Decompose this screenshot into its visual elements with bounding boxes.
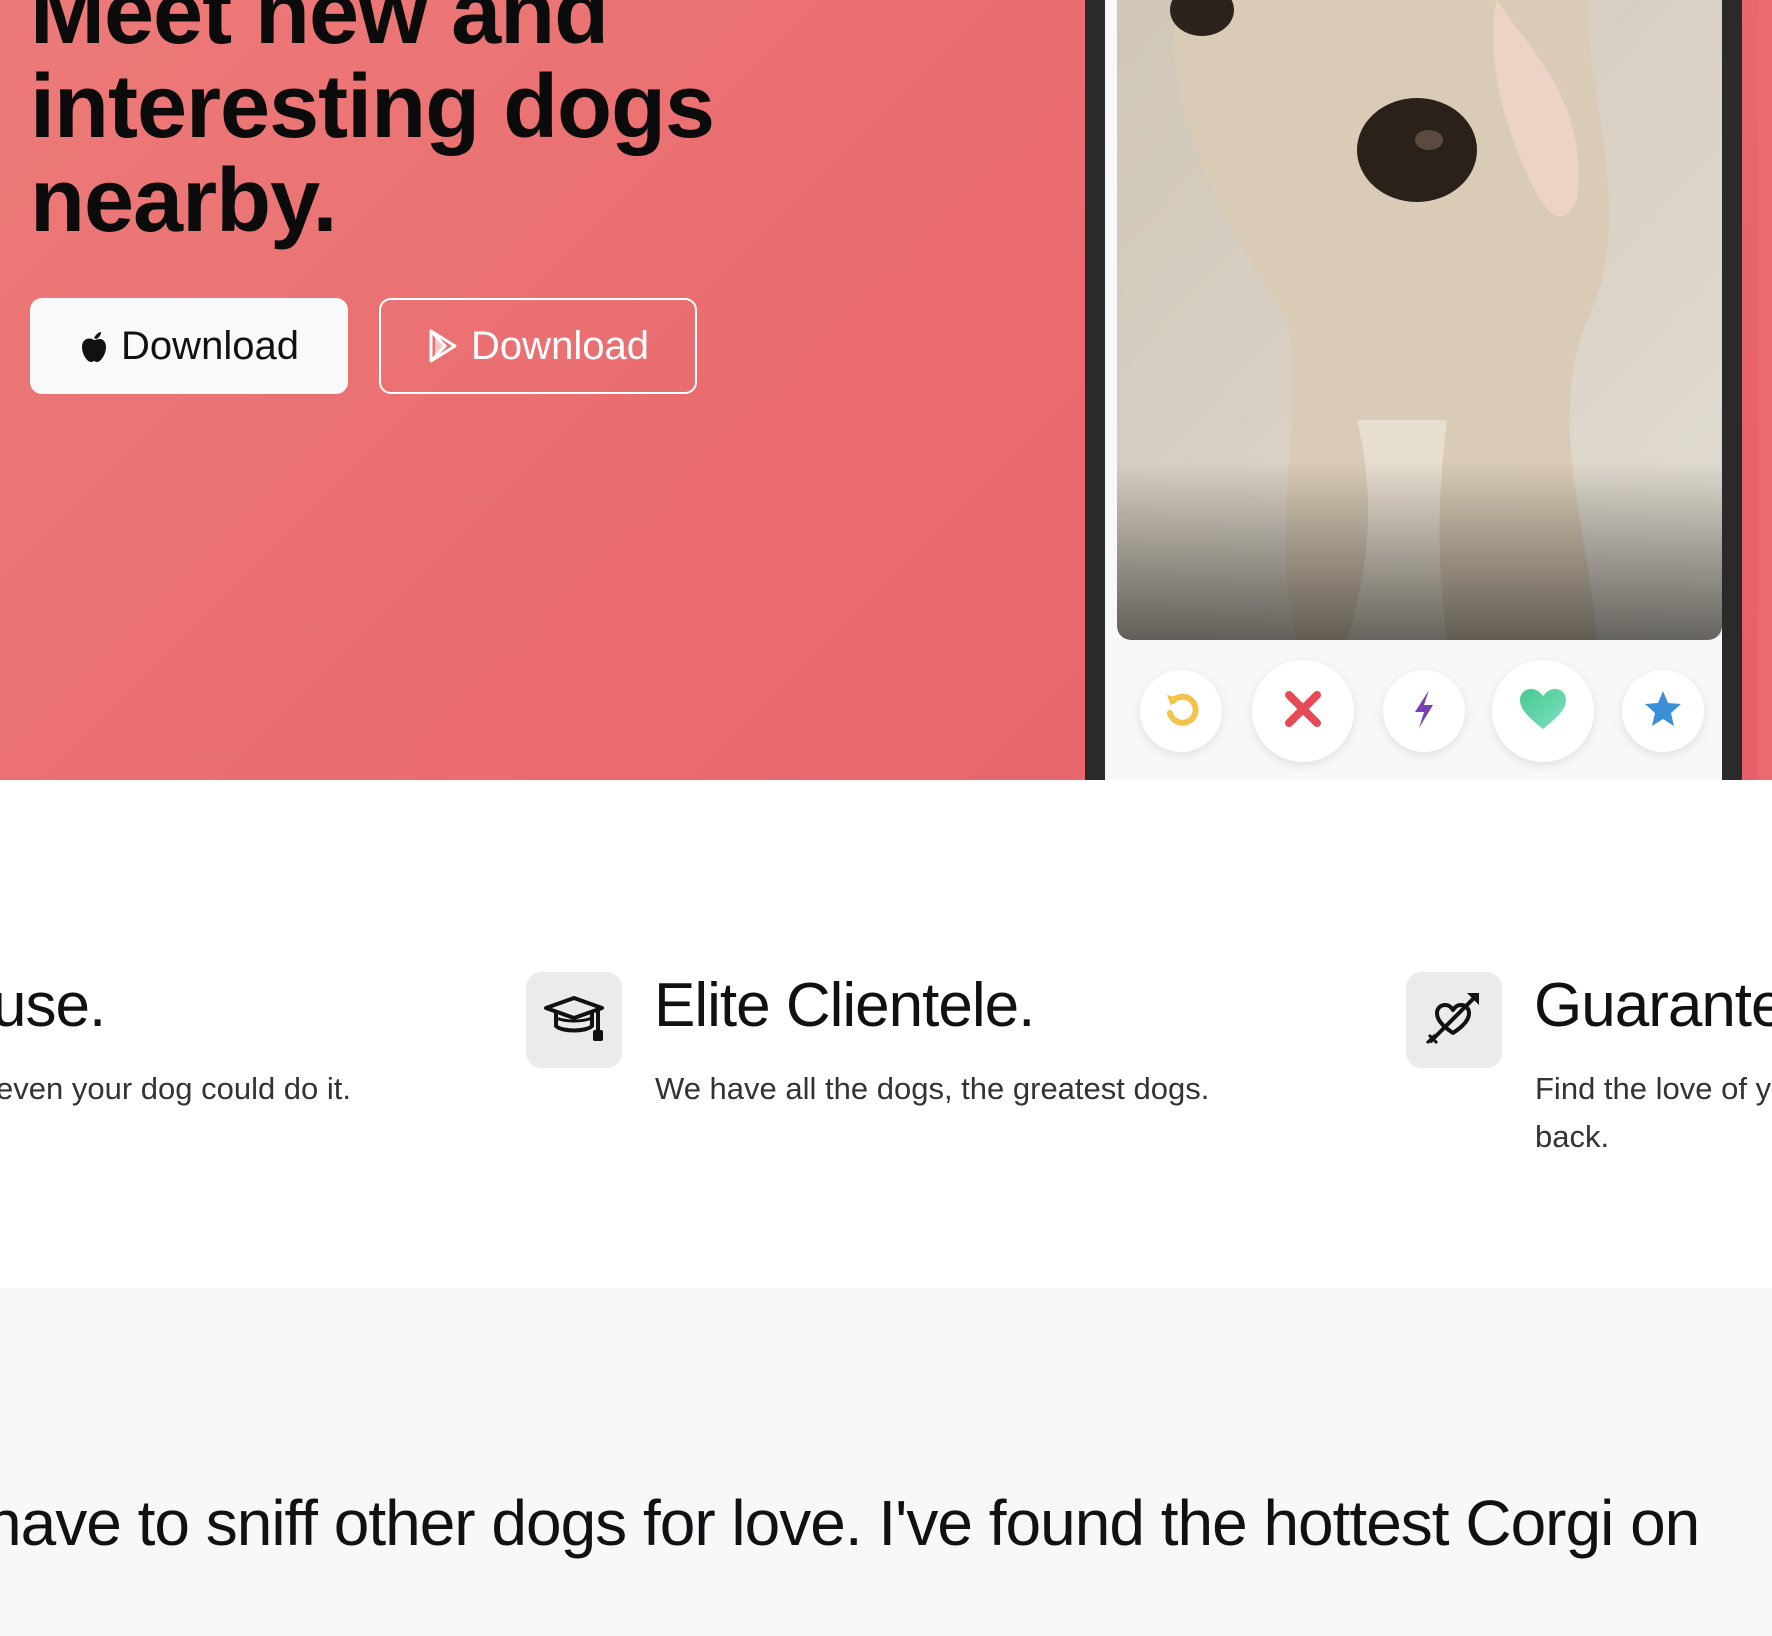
app-store-download-label: Download	[121, 323, 299, 368]
hero-title-line-3: nearby.	[30, 151, 337, 251]
feature-title-guarantee: Guarante	[1534, 971, 1772, 1040]
features-section: use. even your dog could do it. Elite Cl…	[0, 780, 1772, 1288]
hero-title-line-2: interesting dogs	[30, 57, 715, 157]
star-icon	[1642, 688, 1684, 735]
play-store-icon	[427, 329, 459, 363]
rewind-button[interactable]	[1140, 670, 1222, 752]
feature-title-elite: Elite Clientele.	[654, 971, 1035, 1040]
feature-icon-box-guarantee	[1406, 972, 1502, 1068]
phone-background-edge	[1758, 0, 1772, 780]
graduation-cap-icon	[542, 990, 606, 1051]
feature-icon-box-elite	[526, 972, 622, 1068]
superlike-button[interactable]	[1622, 670, 1704, 752]
boost-button[interactable]	[1383, 670, 1465, 752]
like-button[interactable]	[1492, 660, 1594, 762]
phone-screen	[1105, 0, 1722, 780]
feature-title-ease: use.	[0, 971, 106, 1040]
apple-icon	[79, 329, 109, 363]
nope-button[interactable]	[1252, 660, 1354, 762]
phone-mockup	[1085, 0, 1742, 780]
heart-icon	[1518, 687, 1568, 736]
lightning-icon	[1409, 688, 1439, 735]
feature-text-guarantee-line-1: Find the love of y	[1535, 1071, 1772, 1106]
feature-text-elite: We have all the dogs, the greatest dogs.	[655, 1071, 1210, 1106]
testimonial-quote: have to sniff other dogs for love. I've …	[0, 1487, 1700, 1559]
play-store-download-button[interactable]: Download	[379, 298, 697, 394]
hero-section: Meet new and interesting dogs nearby. Do…	[0, 0, 1772, 780]
app-store-download-button[interactable]: Download	[30, 298, 348, 394]
rewind-icon	[1161, 689, 1201, 734]
dog-photo	[1117, 0, 1722, 640]
heart-arrow-icon	[1423, 987, 1485, 1054]
hero-title-line-1: Meet new and	[30, 0, 609, 63]
feature-text-guarantee-line-2: back.	[1535, 1119, 1610, 1154]
feature-text-ease: even your dog could do it.	[0, 1071, 352, 1106]
play-store-download-label: Download	[471, 323, 649, 368]
testimonial-section: have to sniff other dogs for love. I've …	[0, 1288, 1772, 1636]
hero-title: Meet new and interesting dogs nearby.	[30, 0, 715, 251]
close-icon	[1281, 687, 1325, 736]
